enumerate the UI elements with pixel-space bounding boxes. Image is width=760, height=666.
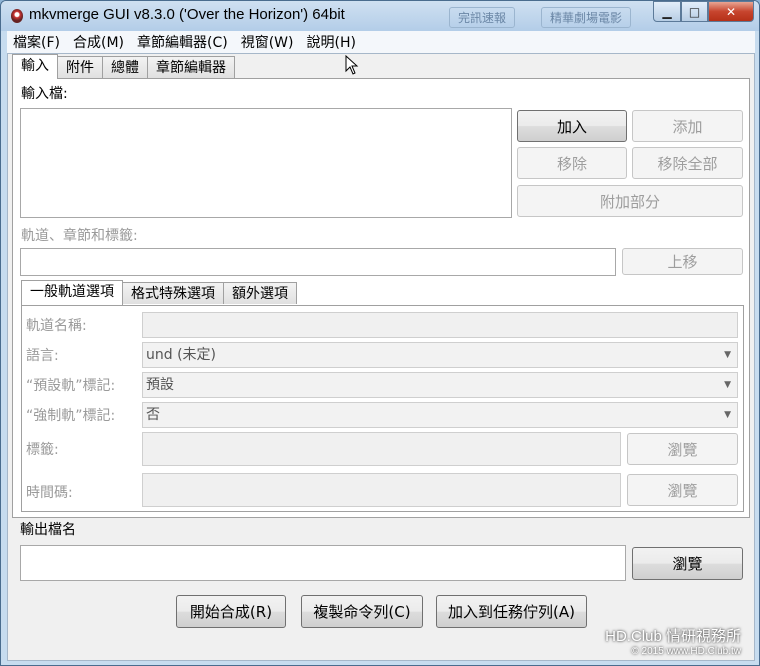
watermark-line1: HD.Club 情研視務所 [605, 628, 741, 645]
title-bar[interactable]: mkvmerge GUI v8.3.0 ('Over the Horizon')… [1, 1, 759, 31]
remove-all-button[interactable]: 移除全部 [632, 147, 743, 179]
copy-command-line-button[interactable]: 複製命令列(C) [301, 595, 423, 628]
chevron-down-icon: ▼ [724, 380, 731, 390]
input-files-list[interactable] [20, 108, 512, 218]
track-options-tabstrip: 一般軌道選項 格式特殊選項 額外選項 [21, 280, 297, 305]
forced-track-value: 否 [146, 407, 160, 423]
track-options-panel: 軌道名稱: 語言: und (未定) ▼ “預設軌”標記: 預設 ▼ “強制軌”… [21, 305, 744, 512]
language-label: 語言: [26, 348, 59, 364]
watermark: HD.Club 情研視務所 © 2015 www.HD.Club.tw [605, 625, 741, 657]
tags-input[interactable] [142, 432, 621, 466]
tags-label: 標籤: [26, 442, 59, 458]
timecodes-browse-button[interactable]: 瀏覽 [627, 474, 738, 506]
track-name-label: 軌道名稱: [26, 318, 87, 334]
language-select[interactable]: und (未定) ▼ [142, 342, 738, 368]
minimize-button[interactable]: ▁ [653, 1, 681, 22]
tab-general-track-options[interactable]: 一般軌道選項 [21, 280, 123, 305]
input-files-label: 輸入檔: [21, 86, 68, 102]
append-button[interactable]: 添加 [632, 110, 743, 142]
timecodes-label: 時間碼: [26, 485, 73, 501]
close-button[interactable]: ✕ [708, 1, 754, 22]
background-tab: 完訊速報 [449, 7, 516, 28]
tab-input[interactable]: 輸入 [12, 54, 58, 79]
default-track-label: “預設軌”標記: [26, 378, 116, 394]
add-button[interactable]: 加入 [517, 110, 627, 142]
app-icon [11, 9, 23, 23]
remove-button[interactable]: 移除 [517, 147, 627, 179]
timecodes-input[interactable] [142, 473, 621, 507]
chevron-down-icon: ▼ [724, 410, 731, 420]
menu-mux[interactable]: 合成(M) [73, 32, 124, 52]
close-icon: ✕ [725, 4, 737, 19]
tab-format-specific-options[interactable]: 格式特殊選項 [122, 282, 224, 304]
background-tab: 精華劇場電影 [541, 7, 632, 28]
app-window: mkvmerge GUI v8.3.0 ('Over the Horizon')… [0, 0, 760, 666]
menu-window[interactable]: 視窗(W) [241, 32, 294, 52]
output-browse-button[interactable]: 瀏覽 [632, 547, 743, 580]
tags-browse-button[interactable]: 瀏覽 [627, 433, 738, 465]
start-muxing-button[interactable]: 開始合成(R) [176, 595, 286, 628]
add-parts-button[interactable]: 附加部分 [517, 185, 743, 217]
tab-extra-options[interactable]: 額外選項 [223, 282, 297, 304]
client-area: 輸入 附件 總體 章節編輯器 輸入檔: 加入 添加 移除 移除全部 附加部分 軌… [7, 53, 755, 661]
main-tabstrip: 輸入 附件 總體 章節編輯器 [12, 54, 235, 79]
default-track-select[interactable]: 預設 ▼ [142, 372, 738, 398]
maximize-icon: □ [688, 4, 701, 19]
output-filename-label: 輸出檔名 [20, 522, 76, 538]
tracks-list[interactable] [20, 248, 616, 276]
window-title: mkvmerge GUI v8.3.0 ('Over the Horizon')… [29, 6, 345, 23]
watermark-line2: © 2015 www.HD.Club.tw [631, 646, 741, 657]
tab-chapter-editor[interactable]: 章節編輯器 [147, 56, 235, 78]
move-up-button[interactable]: 上移 [622, 248, 743, 275]
mouse-cursor-icon [345, 55, 359, 75]
default-track-value: 預設 [146, 377, 174, 393]
menu-bar: 檔案(F) 合成(M) 章節編輯器(C) 視窗(W) 說明(H) [7, 31, 755, 53]
track-name-input[interactable] [142, 312, 738, 338]
tab-attachments[interactable]: 附件 [57, 56, 103, 78]
menu-help[interactable]: 說明(H) [306, 32, 355, 52]
add-to-job-queue-button[interactable]: 加入到任務佇列(A) [436, 595, 587, 628]
maximize-button[interactable]: □ [681, 1, 708, 22]
forced-track-select[interactable]: 否 ▼ [142, 402, 738, 428]
menu-file[interactable]: 檔案(F) [13, 32, 60, 52]
tab-global[interactable]: 總體 [102, 56, 148, 78]
language-value: und (未定) [146, 347, 217, 363]
output-filename-input[interactable] [20, 545, 626, 581]
forced-track-label: “強制軌”標記: [26, 408, 116, 424]
chevron-down-icon: ▼ [724, 350, 731, 360]
tracks-label: 軌道、章節和標籤: [21, 228, 138, 244]
input-tab-panel: 輸入檔: 加入 添加 移除 移除全部 附加部分 軌道、章節和標籤: 上移 一般軌… [12, 78, 750, 518]
menu-chapter-editor[interactable]: 章節編輯器(C) [137, 32, 228, 52]
minimize-icon: ▁ [662, 4, 672, 19]
